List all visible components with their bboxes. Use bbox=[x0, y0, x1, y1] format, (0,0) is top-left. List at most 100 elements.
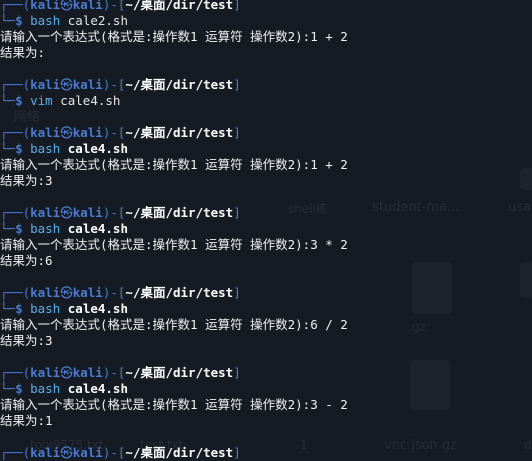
prompt-dollar: $ bbox=[15, 13, 23, 28]
prompt-user: kali bbox=[30, 125, 61, 140]
prompt-path: ~/桌面/dir/test bbox=[125, 77, 234, 92]
prompt-user: kali bbox=[30, 77, 61, 92]
prompt-line: ┌──(kali㉿kali)-[~/桌面/dir/test] bbox=[0, 77, 532, 93]
output-line: 请输入一个表达式(格式是:操作数1 运算符 操作数2):3 - 2 bbox=[0, 397, 348, 412]
prompt-bracket: )-[ bbox=[102, 0, 126, 12]
prompt-host: kali bbox=[72, 125, 103, 140]
output-line: 请输入一个表达式(格式是:操作数1 运算符 操作数2):1 + 2 bbox=[0, 29, 348, 44]
prompt-user: kali bbox=[30, 0, 61, 12]
prompt-user: kali bbox=[30, 445, 61, 460]
prompt-dollar: $ bbox=[15, 93, 23, 108]
prompt-user: kali bbox=[30, 365, 61, 380]
output-line: 结果为:1 bbox=[0, 413, 53, 428]
prompt-at-icon: ㉿ bbox=[60, 365, 73, 380]
command-arg: cale4.sh bbox=[67, 141, 128, 156]
prompt-bracket-end: ] bbox=[233, 0, 241, 12]
prompt-path: ~/桌面/dir/test bbox=[125, 285, 234, 300]
output-line: 请输入一个表达式(格式是:操作数1 运算符 操作数2):1 + 2 bbox=[0, 157, 348, 172]
command-name: bash bbox=[30, 141, 61, 156]
prompt-box-top: ┌──( bbox=[0, 205, 31, 220]
prompt-bracket: )-[ bbox=[102, 285, 126, 300]
prompt-host: kali bbox=[72, 365, 103, 380]
prompt-dollar: $ bbox=[15, 221, 23, 236]
terminal-output[interactable]: ┌──(kali㉿kali)-[~/桌面/dir/test] └─$ bash c… bbox=[0, 0, 532, 461]
command-name: bash bbox=[30, 381, 61, 396]
command-line: └─$ vim cale4.sh bbox=[0, 93, 532, 109]
prompt-box-bottom: └─ bbox=[0, 301, 16, 316]
prompt-host: kali bbox=[72, 285, 103, 300]
prompt-dollar: $ bbox=[15, 381, 23, 396]
prompt-path: ~/桌面/dir/test bbox=[125, 365, 234, 380]
output-line: 请输入一个表达式(格式是:操作数1 运算符 操作数2):3 * 2 bbox=[0, 237, 348, 252]
command-name: vim bbox=[30, 93, 53, 108]
prompt-box-top: ┌──( bbox=[0, 365, 31, 380]
prompt-bracket-end: ] bbox=[233, 285, 241, 300]
prompt-bracket-end: ] bbox=[233, 125, 241, 140]
prompt-box-bottom: └─ bbox=[0, 93, 16, 108]
output-line: 请输入一个表达式(格式是:操作数1 运算符 操作数2):6 / 2 bbox=[0, 317, 348, 332]
prompt-host: kali bbox=[72, 205, 103, 220]
prompt-line: ┌──(kali㉿kali)-[~/桌面/dir/test] bbox=[0, 0, 532, 13]
output-line: 结果为:3 bbox=[0, 173, 53, 188]
prompt-box-bottom: └─ bbox=[0, 141, 16, 156]
command-line: └─$ bash cale2.sh bbox=[0, 13, 532, 29]
command-arg: cale4.sh bbox=[67, 301, 128, 316]
output-line: 结果为: bbox=[0, 45, 46, 60]
command-line: └─$ bash cale4.sh bbox=[0, 221, 532, 237]
prompt-bracket: )-[ bbox=[102, 365, 126, 380]
prompt-at-icon: ㉿ bbox=[60, 445, 73, 460]
command-line: └─$ bash cale4.sh bbox=[0, 301, 532, 317]
prompt-at-icon: ㉿ bbox=[60, 77, 73, 92]
command-arg: cale4.sh bbox=[67, 221, 128, 236]
prompt-path: ~/桌面/dir/test bbox=[125, 205, 234, 220]
prompt-line: ┌──(kali㉿kali)-[~/桌面/dir/test] bbox=[0, 125, 532, 141]
prompt-at-icon: ㉿ bbox=[60, 285, 73, 300]
prompt-host: kali bbox=[72, 0, 103, 12]
prompt-box-top: ┌──( bbox=[0, 285, 31, 300]
prompt-bracket-end: ] bbox=[233, 205, 241, 220]
prompt-bracket-end: ] bbox=[233, 77, 241, 92]
prompt-box-bottom: └─ bbox=[0, 13, 16, 28]
prompt-at-icon: ㉿ bbox=[60, 125, 73, 140]
command-line: └─$ bash cale4.sh bbox=[0, 141, 532, 157]
command-arg: cale2.sh bbox=[67, 13, 128, 28]
prompt-at-icon: ㉿ bbox=[60, 205, 73, 220]
prompt-dollar: $ bbox=[15, 301, 23, 316]
command-arg: cale4.sh bbox=[60, 93, 121, 108]
prompt-line: ┌──(kali㉿kali)-[~/桌面/dir/test] bbox=[0, 205, 532, 221]
command-line: └─$ bash cale4.sh bbox=[0, 381, 532, 397]
output-line: 结果为:3 bbox=[0, 333, 53, 348]
prompt-bracket: )-[ bbox=[102, 205, 126, 220]
prompt-bracket-end: ] bbox=[233, 445, 241, 460]
prompt-host: kali bbox=[72, 77, 103, 92]
prompt-bracket: )-[ bbox=[102, 125, 126, 140]
prompt-at-icon: ㉿ bbox=[60, 0, 73, 12]
prompt-box-top: ┌──( bbox=[0, 77, 31, 92]
prompt-bracket: )-[ bbox=[102, 445, 126, 460]
command-name: bash bbox=[30, 221, 61, 236]
prompt-bracket: )-[ bbox=[102, 77, 126, 92]
prompt-line: ┌──(kali㉿kali)-[~/桌面/dir/test] bbox=[0, 365, 532, 381]
prompt-line: ┌──(kali㉿kali)-[~/桌面/dir/test] bbox=[0, 285, 532, 301]
output-line: 结果为:6 bbox=[0, 253, 53, 268]
prompt-dollar: $ bbox=[15, 141, 23, 156]
prompt-bracket-end: ] bbox=[233, 365, 241, 380]
prompt-host: kali bbox=[72, 445, 103, 460]
prompt-box-bottom: └─ bbox=[0, 221, 16, 236]
prompt-path: ~/桌面/dir/test bbox=[125, 125, 234, 140]
command-arg: cale4.sh bbox=[67, 381, 128, 396]
prompt-box-bottom: └─ bbox=[0, 381, 16, 396]
command-name: bash bbox=[30, 13, 61, 28]
prompt-box-top: ┌──( bbox=[0, 0, 31, 12]
prompt-user: kali bbox=[30, 285, 61, 300]
command-name: bash bbox=[30, 301, 61, 316]
prompt-user: kali bbox=[30, 205, 61, 220]
prompt-box-top: ┌──( bbox=[0, 445, 31, 460]
prompt-path: ~/桌面/dir/test bbox=[125, 445, 234, 460]
